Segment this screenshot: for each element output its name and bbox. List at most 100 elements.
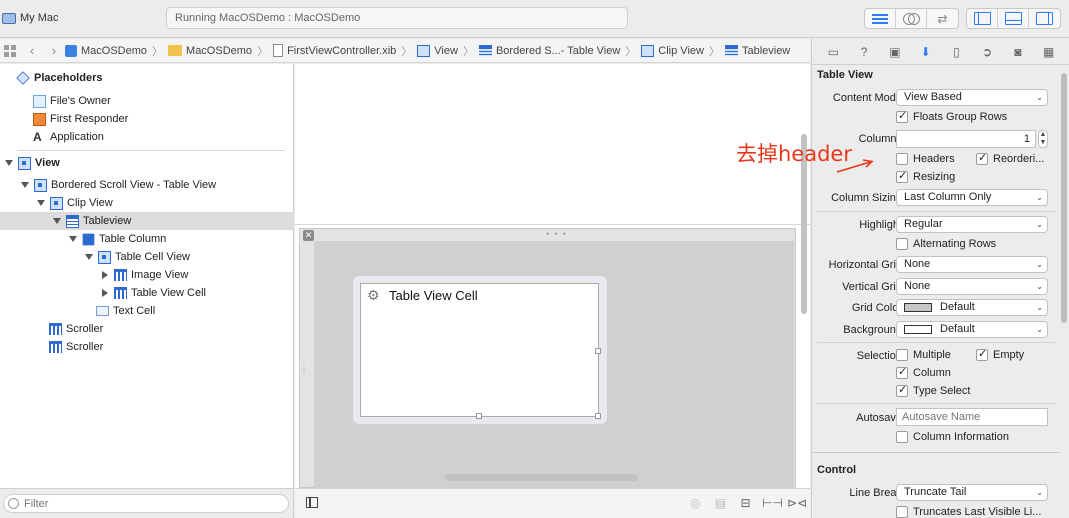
size-inspector-icon[interactable]: ▯ — [949, 45, 963, 59]
scene-grip-handle[interactable]: • • • — [546, 229, 567, 240]
outline-item-table-column[interactable]: Table Column — [68, 230, 166, 248]
forward-button[interactable]: › — [43, 43, 65, 58]
checkbox-checked — [976, 347, 988, 361]
outline-item-table-cell-view[interactable]: Table Cell View — [84, 248, 190, 266]
table-view-canvas[interactable]: ⚙ Table View Cell — [314, 241, 794, 489]
version-editor-button[interactable]: ⇄ — [927, 9, 958, 28]
breadcrumb-file[interactable]: FirstViewController.xib — [273, 44, 396, 57]
empty-selection-checkbox[interactable]: Empty — [976, 347, 1024, 361]
filter-input[interactable] — [3, 494, 289, 513]
vertical-grid-popup[interactable]: None — [896, 278, 1048, 295]
breadcrumb-group[interactable]: MacOSDemo — [168, 45, 252, 57]
pin-icon[interactable]: ⊢⊣ — [762, 495, 783, 511]
identity-inspector-icon[interactable]: ▣ — [888, 45, 902, 59]
effects-inspector-icon[interactable]: ▦ — [1042, 45, 1056, 59]
inspector-section-separator — [812, 452, 1060, 453]
scheme-selector[interactable]: My Mac — [0, 8, 59, 28]
multiple-selection-checkbox[interactable]: Multiple — [896, 349, 951, 361]
scheme-label: My Mac — [20, 12, 59, 24]
breadcrumb-project[interactable]: MacOSDemo — [65, 44, 147, 57]
toggle-debug-area-button[interactable] — [998, 9, 1029, 28]
grid-color-popup[interactable]: Default — [896, 299, 1048, 316]
breadcrumb-view[interactable]: View — [417, 44, 458, 57]
disclosure-open-icon[interactable] — [20, 180, 30, 190]
checkbox-checked — [896, 169, 908, 183]
type-select-checkbox[interactable]: Type Select — [896, 383, 970, 397]
toggle-utilities-button[interactable] — [1029, 9, 1060, 28]
inspector-separator — [817, 211, 1055, 212]
horizontal-grid-popup[interactable]: None — [896, 256, 1048, 273]
breadcrumb-separator: 〉 — [257, 45, 269, 58]
outline-item-image-view[interactable]: Image View — [100, 266, 188, 284]
first-responder-icon — [33, 112, 46, 126]
embed-in-stack-icon[interactable]: ▤ — [712, 495, 729, 511]
resizing-checkbox[interactable]: Resizing — [896, 169, 955, 183]
headers-checkbox[interactable]: Headers — [896, 153, 955, 165]
disclosure-open-icon[interactable] — [52, 216, 62, 226]
alternating-rows-checkbox[interactable]: Alternating Rows — [896, 238, 996, 250]
back-button[interactable]: ‹ — [21, 43, 43, 58]
disclosure-closed-icon[interactable] — [100, 288, 110, 298]
truncates-last-visible-line-checkbox[interactable]: Truncates Last Visible Li... — [896, 506, 1041, 518]
outline-item-view[interactable]: View — [4, 154, 60, 172]
table-view-cell[interactable]: ⚙ Table View Cell — [360, 283, 601, 419]
bindings-inspector-icon[interactable]: ◙ — [1011, 45, 1025, 59]
outline-item-tableview[interactable]: Tableview — [0, 212, 294, 230]
quick-help-icon[interactable]: ? — [857, 45, 871, 59]
resize-handle-bottom[interactable] — [476, 413, 482, 419]
assistant-editor-button[interactable] — [896, 9, 927, 28]
disclosure-open-icon[interactable] — [36, 198, 46, 208]
align-icon[interactable]: ⊟ — [737, 495, 754, 511]
content-mode-popup[interactable]: View Based — [896, 89, 1048, 106]
close-icon[interactable]: ✕ — [303, 230, 314, 241]
line-break-popup[interactable]: Truncate Tail — [896, 484, 1048, 501]
update-frames-icon[interactable]: ◎ — [687, 495, 704, 511]
autosave-name-input[interactable] — [896, 408, 1048, 426]
outline-item-application[interactable]: Application — [33, 128, 104, 146]
outline-item-first-responder[interactable]: First Responder — [33, 110, 128, 128]
standard-editor-button[interactable] — [865, 9, 896, 28]
resize-handle-right[interactable] — [595, 348, 601, 354]
breadcrumb-clip-view[interactable]: Clip View — [641, 44, 704, 57]
outline-item-text-cell[interactable]: Text Cell — [96, 302, 155, 320]
document-outline-toggle-icon[interactable] — [306, 497, 318, 508]
columns-field[interactable]: 1 — [896, 130, 1036, 148]
connections-inspector-icon[interactable]: ➲ — [980, 45, 994, 59]
outline-item-bordered-scroll-view[interactable]: Bordered Scroll View - Table View — [20, 176, 216, 194]
outline-item-files-owner[interactable]: File's Owner — [33, 92, 111, 110]
outline-item-clip-view[interactable]: Clip View — [36, 194, 113, 212]
inspector-scrollbar[interactable] — [1061, 73, 1067, 323]
disclosure-open-icon[interactable] — [4, 158, 14, 168]
column-selection-checkbox[interactable]: Column — [896, 365, 951, 379]
disclosure-open-icon[interactable] — [84, 252, 94, 262]
mac-icon — [2, 12, 16, 24]
disclosure-closed-icon[interactable] — [100, 270, 110, 280]
vertical-grid-label: Vertical Grid — [842, 281, 902, 293]
column-information-checkbox[interactable]: Column Information — [896, 431, 1009, 443]
highlight-popup[interactable]: Regular — [896, 216, 1048, 233]
resolve-issues-icon[interactable]: ⊳⊲ — [787, 495, 807, 511]
floats-group-rows-checkbox[interactable]: Floats Group Rows — [896, 109, 1007, 123]
toggle-navigator-button[interactable] — [967, 9, 998, 28]
placeholders-header[interactable]: Placeholders — [16, 71, 102, 85]
scene-container[interactable]: ✕ • • • ⚙ Table View Cell — [299, 228, 796, 489]
breadcrumb-scroll-view[interactable]: Bordered S...- Table View — [478, 45, 620, 57]
background-color-swatch — [904, 324, 932, 334]
table-cell-view-frame[interactable]: ⚙ Table View Cell — [353, 276, 607, 424]
outline-item-scroller-1[interactable]: Scroller — [49, 320, 103, 338]
outline-item-scroller-2[interactable]: Scroller — [49, 338, 103, 356]
side-grip-handle[interactable]: ⋮ — [299, 364, 309, 375]
breadcrumb-tableview[interactable]: Tableview — [724, 45, 790, 57]
canvas-horizontal-scrollbar[interactable] — [445, 474, 638, 481]
reordering-checkbox[interactable]: Reorderi... — [976, 151, 1044, 165]
file-inspector-icon[interactable]: ▭ — [826, 45, 840, 59]
interface-builder-canvas[interactable]: ✕ • • • ⚙ Table View Cell ⋮ — [295, 64, 810, 489]
attributes-inspector-icon[interactable]: ⬇ — [919, 45, 933, 59]
resize-handle-corner[interactable] — [595, 413, 601, 419]
outline-item-table-view-cell[interactable]: Table View Cell — [100, 284, 206, 302]
background-popup[interactable]: Default — [896, 321, 1048, 338]
columns-stepper[interactable]: ▲ ▼ — [1038, 130, 1048, 148]
disclosure-open-icon[interactable] — [68, 234, 78, 244]
related-items-icon[interactable] — [4, 44, 16, 57]
column-sizing-popup[interactable]: Last Column Only — [896, 189, 1048, 206]
